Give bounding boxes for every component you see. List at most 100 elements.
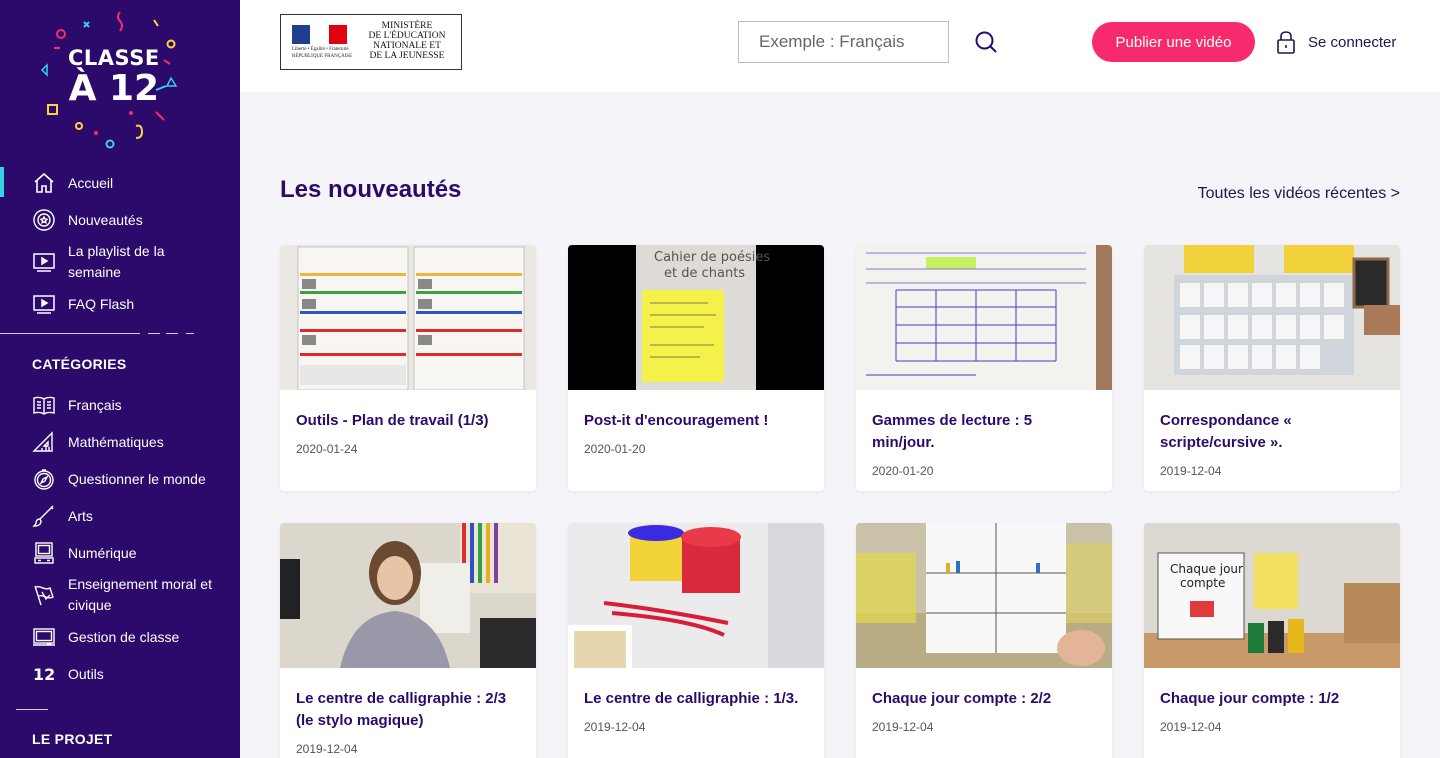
- twelve-icon: 12: [32, 662, 56, 686]
- computer-icon: [32, 541, 56, 565]
- nav-item-faq-flash[interactable]: FAQ Flash: [0, 293, 240, 315]
- video-thumbnail: [856, 523, 1112, 668]
- video-date: 2019-12-04: [296, 742, 358, 756]
- video-thumbnail: [1144, 245, 1400, 390]
- video-thumbnail: [280, 523, 536, 668]
- republic-motto: Liberté • Égalité • Fraternité: [292, 47, 349, 52]
- video-card[interactable]: Correspondance « scripte/cursive ». 2019…: [1144, 245, 1400, 491]
- ministry-logo[interactable]: Liberté • Égalité • Fraternité RÉPUBLIQU…: [280, 14, 462, 70]
- video-card[interactable]: Chaque jour compte Chaque jour compte : …: [1144, 523, 1400, 758]
- category-outils[interactable]: 12 Outils: [0, 663, 240, 685]
- video-title: Chaque jour compte : 1/2: [1160, 690, 1340, 707]
- video-title: Chaque jour compte : 2/2: [872, 690, 1052, 707]
- video-title: Le centre de calligraphie : 1/3.: [584, 690, 799, 707]
- nav-divider: [0, 333, 140, 334]
- video-card[interactable]: Gammes de lecture : 5 min/jour. 2020-01-…: [856, 245, 1112, 491]
- project-title[interactable]: LE PROJET: [32, 731, 113, 747]
- ministry-line: DE LA JEUNESSE: [369, 51, 445, 61]
- video-title: Gammes de lecture : 5 min/jour.: [872, 412, 1033, 451]
- category-francais[interactable]: Français: [0, 394, 240, 416]
- category-numerique[interactable]: Numérique: [0, 542, 240, 564]
- login-link[interactable]: Se connecter: [1276, 30, 1396, 54]
- video-thumbnail: [280, 245, 536, 390]
- french-flag-icon: [292, 25, 347, 44]
- category-label: Outils: [68, 665, 104, 682]
- video-date: 2019-12-04: [584, 720, 646, 734]
- nav-divider: [148, 333, 160, 334]
- ruler-triangle-icon: [32, 430, 56, 454]
- video-date: 2020-01-20: [584, 442, 646, 456]
- category-label: Numérique: [68, 544, 137, 561]
- video-date: 2019-12-04: [1160, 464, 1222, 478]
- book-icon: [32, 393, 56, 417]
- category-label: Français: [68, 396, 122, 413]
- republic-emblem: Liberté • Égalité • Fraternité RÉPUBLIQU…: [281, 15, 353, 69]
- logo-line1: CLASSE: [68, 46, 160, 70]
- search-input[interactable]: [738, 21, 949, 63]
- video-thumbnail: [568, 523, 824, 668]
- nav-divider: [186, 333, 194, 334]
- playlist-icon: [32, 250, 56, 274]
- home-icon: [32, 171, 56, 195]
- video-thumbnail: [856, 245, 1112, 390]
- nav-item-playlist[interactable]: La playlist de la semaine: [0, 241, 240, 283]
- compass-icon: [32, 467, 56, 491]
- nav-item-nouveautes[interactable]: Nouveautés: [0, 209, 240, 231]
- video-icon: [32, 292, 56, 316]
- category-enseignement-moral-et-civique[interactable]: Enseignement moral et civique: [0, 574, 240, 616]
- video-card[interactable]: Outils - Plan de travail (1/3) 2020-01-2…: [280, 245, 536, 491]
- video-card[interactable]: Cahier de poésies et de chants Post-it d…: [568, 245, 824, 491]
- category-arts[interactable]: Arts: [0, 505, 240, 527]
- publish-video-button[interactable]: Publier une vidéo: [1092, 22, 1255, 62]
- category-label: Mathématiques: [68, 433, 164, 450]
- category-gestion-de-classe[interactable]: Gestion de classe: [0, 626, 240, 648]
- site-logo[interactable]: CLASSE À 12: [36, 8, 186, 153]
- categories-title: CATÉGORIES: [32, 356, 127, 372]
- video-card[interactable]: Chaque jour compte : 2/2 2019-12-04: [856, 523, 1112, 758]
- brush-icon: [32, 504, 56, 528]
- category-label: Questionner le monde: [68, 470, 206, 487]
- ministry-line: MINISTÈRE: [381, 21, 433, 31]
- category-label: Gestion de classe: [68, 628, 180, 645]
- nav-label: La playlist de la semaine: [68, 243, 165, 280]
- ministry-line: NATIONALE ET: [373, 41, 441, 51]
- section-title: Les nouveautés: [280, 176, 462, 203]
- all-recent-videos-link[interactable]: Toutes les vidéos récentes >: [1198, 185, 1400, 203]
- main-nav: Accueil Nouveautés La playlist de la sem…: [0, 167, 240, 315]
- ministry-name: MINISTÈRE DE L'ÉDUCATION NATIONALE ET DE…: [353, 15, 461, 69]
- svg-text:Chaque jour: Chaque jour: [1170, 562, 1243, 576]
- category-mathematiques[interactable]: Mathématiques: [0, 431, 240, 453]
- logo-text: CLASSE À 12: [68, 48, 160, 107]
- logo-line2: À 12: [68, 68, 160, 109]
- badge-icon: [32, 208, 56, 232]
- category-questionner-le-monde[interactable]: Questionner le monde: [0, 468, 240, 490]
- ministry-line: DE L'ÉDUCATION: [368, 31, 446, 41]
- video-date: 2019-12-04: [1160, 720, 1222, 734]
- nav-label: Nouveautés: [68, 211, 143, 228]
- top-header: Liberté • Égalité • Fraternité RÉPUBLIQU…: [240, 0, 1440, 92]
- board-icon: [32, 625, 56, 649]
- flag-icon: [32, 583, 56, 607]
- video-title: Post-it d'encouragement !: [584, 412, 769, 429]
- nav-label: FAQ Flash: [68, 295, 135, 312]
- video-date: 2020-01-20: [872, 464, 934, 478]
- categories-nav: Français Mathématiques Questionner le mo…: [0, 394, 240, 685]
- video-title: Outils - Plan de travail (1/3): [296, 412, 489, 429]
- video-title: Correspondance « scripte/cursive ».: [1160, 412, 1292, 451]
- category-label: Arts: [68, 507, 93, 524]
- svg-text:compte: compte: [1180, 576, 1225, 590]
- svg-text:12: 12: [33, 665, 55, 684]
- nav-divider: [166, 333, 178, 334]
- svg-text:et de chants: et de chants: [664, 266, 745, 281]
- svg-text:Cahier de poésies: Cahier de poésies: [654, 250, 770, 265]
- login-label: Se connecter: [1308, 33, 1397, 51]
- nav-item-accueil[interactable]: Accueil: [0, 167, 240, 197]
- category-label: Enseignement moral et civique: [68, 576, 212, 613]
- video-date: 2020-01-24: [296, 442, 358, 456]
- video-thumbnail: Chaque jour compte: [1144, 523, 1400, 668]
- nav-label: Accueil: [68, 174, 114, 191]
- search-icon[interactable]: [974, 30, 998, 54]
- video-thumbnail: Cahier de poésies et de chants: [568, 245, 824, 390]
- video-card[interactable]: Le centre de calligraphie : 2/3 (le styl…: [280, 523, 536, 758]
- video-card[interactable]: Le centre de calligraphie : 1/3. 2019-12…: [568, 523, 824, 758]
